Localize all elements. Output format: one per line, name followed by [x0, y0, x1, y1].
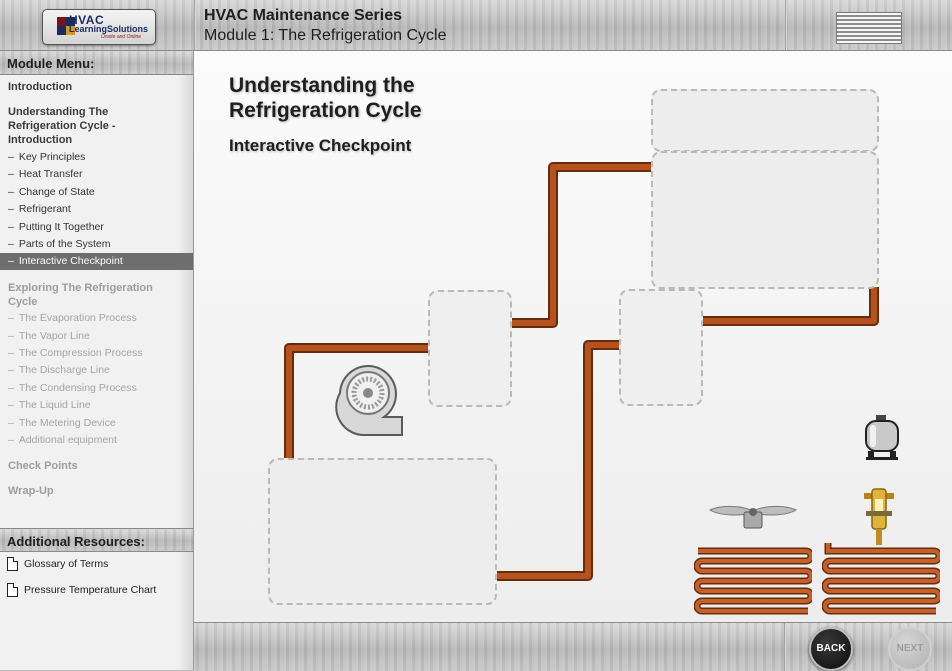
sub-item-parts-of-system[interactable]: – Parts of the System [8, 238, 110, 251]
vent-grille-icon [836, 12, 902, 44]
logo-text-tagline: Onsite and Online [101, 34, 142, 40]
sub-item-interactive-checkpoint[interactable]: – Interactive Checkpoint [0, 253, 193, 270]
sub-item-liquid-line[interactable]: – The Liquid Line [8, 399, 91, 412]
coil-icon[interactable] [822, 539, 940, 615]
content-title: Understanding the Refrigeration Cycle [229, 74, 422, 122]
sub-item-vapor-line[interactable]: – The Vapor Line [8, 330, 90, 343]
content-subtitle: Interactive Checkpoint [229, 136, 412, 155]
footer-bar: BACK NEXT [194, 622, 952, 671]
compressor-icon[interactable] [862, 413, 902, 461]
drop-zone-evaporator[interactable] [268, 458, 497, 605]
header-bar: HVAC LearningSolutions Onsite and Online… [0, 0, 952, 51]
sub-item-evaporation[interactable]: – The Evaporation Process [8, 312, 137, 325]
sub-item-heat-transfer[interactable]: – Heat Transfer [8, 168, 82, 181]
sub-item-change-of-state[interactable]: – Change of State [8, 186, 95, 199]
menu-item-introduction[interactable]: Introduction [8, 80, 72, 94]
sub-item-putting-it-together[interactable]: – Putting It Together [8, 221, 104, 234]
menu-item-understanding[interactable]: Understanding The Refrigeration Cycle - … [8, 105, 138, 147]
back-button[interactable]: BACK [809, 627, 853, 671]
menu-item-exploring[interactable]: Exploring The Refrigeration Cycle [8, 281, 168, 309]
drop-zone-top-right[interactable] [651, 89, 879, 152]
header-divider-right [785, 0, 787, 50]
module-menu-heading: Module Menu: [0, 51, 193, 75]
module-title: Module 1: The Refrigeration Cycle [204, 27, 447, 44]
sub-item-additional-equipment[interactable]: – Additional equipment [8, 434, 117, 447]
drop-zone-center-left[interactable] [428, 290, 512, 407]
sub-item-metering-device[interactable]: – The Metering Device [8, 417, 116, 430]
sub-item-compression[interactable]: – The Compression Process [8, 347, 143, 360]
sub-item-key-principles[interactable]: – Key Principles [8, 151, 85, 164]
hvac-logo: HVAC LearningSolutions Onsite and Online [42, 9, 156, 45]
series-title: HVAC Maintenance Series [204, 7, 402, 24]
resource-glossary[interactable]: Glossary of Terms [7, 557, 108, 571]
sub-item-refrigerant[interactable]: – Refrigerant [8, 203, 71, 216]
footer-divider [784, 623, 786, 671]
content-area: Understanding the Refrigeration Cycle In… [194, 51, 952, 622]
next-button[interactable]: NEXT [888, 627, 932, 671]
resource-pt-chart[interactable]: Pressure Temperature Chart [7, 583, 156, 597]
sub-item-condensing[interactable]: – The Condensing Process [8, 382, 137, 395]
coil-icon[interactable] [694, 543, 812, 615]
document-icon [7, 583, 18, 597]
drop-zone-condenser[interactable] [651, 151, 879, 289]
logo-text-learning: LearningSolutions [69, 24, 149, 34]
document-icon [7, 557, 18, 571]
header-divider [194, 0, 196, 50]
drop-zone-center-right[interactable] [619, 289, 703, 406]
fan-blade-icon[interactable] [708, 498, 798, 532]
sub-item-discharge-line[interactable]: – The Discharge Line [8, 364, 110, 377]
sidebar: Module Menu: Introduction Understanding … [0, 51, 194, 670]
additional-resources-heading: Additional Resources: [0, 528, 193, 552]
blower-wheel-icon[interactable] [332, 359, 406, 437]
menu-item-wrap-up[interactable]: Wrap-Up [8, 484, 54, 498]
menu-item-check-points[interactable]: Check Points [8, 459, 78, 473]
